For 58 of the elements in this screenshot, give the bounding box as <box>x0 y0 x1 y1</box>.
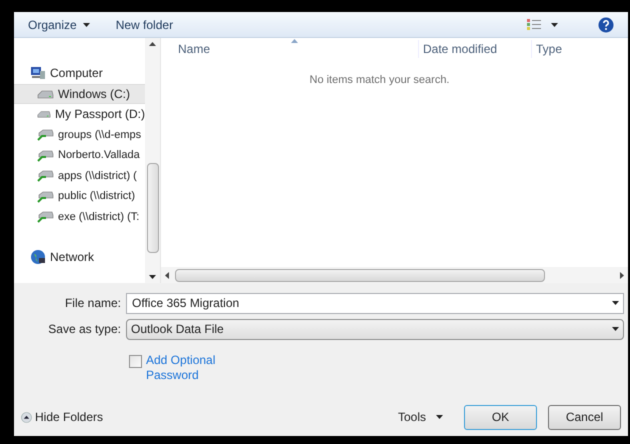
ok-button[interactable]: OK <box>464 404 537 430</box>
file-name-label: File name: <box>64 295 122 312</box>
nav-item-label: Windows (C:) <box>58 86 130 103</box>
hide-folders-button[interactable]: Hide Folders <box>21 408 104 426</box>
nav-item[interactable]: My Passport (D:) <box>14 104 145 124</box>
nav-item-label: Computer <box>50 65 103 82</box>
drive-icon <box>37 108 51 120</box>
nav-item[interactable]: groups (\\d-emps <box>14 124 145 145</box>
nav-item-label: public (\\district) <box>58 189 136 204</box>
save-as-type-dropdown[interactable]: Outlook Data File <box>126 318 624 340</box>
column-header[interactable]: Name <box>161 40 418 58</box>
nav-item[interactable]: Windows (C:) <box>14 84 145 104</box>
drive-icon <box>37 88 54 100</box>
nav-item-label: apps (\\district) ( <box>58 168 137 184</box>
new-folder-button[interactable]: New folder <box>116 16 174 34</box>
file-name-field[interactable]: Office 365 Migration <box>126 292 624 314</box>
nav-item[interactable]: public (\\district) <box>14 186 145 206</box>
nav-item[interactable]: exe (\\district) (T: <box>14 206 145 227</box>
password-checkbox[interactable] <box>129 355 142 368</box>
globe-icon <box>30 249 46 266</box>
nav-item-label: Norberto.Vallada <box>58 148 140 163</box>
save-as-type-label: Save as type: <box>47 321 122 338</box>
nav-item[interactable]: apps (\\district) ( <box>14 166 145 186</box>
nav-item-label: My Passport (D:) <box>54 106 145 124</box>
scrollbar-thumb[interactable] <box>175 268 545 282</box>
computer-icon <box>30 66 46 80</box>
column-header[interactable]: Type <box>531 40 562 58</box>
scroll-down-icon <box>149 275 156 279</box>
password-option-label[interactable]: Add Optional Password <box>146 353 226 383</box>
network-drive-icon <box>37 210 54 224</box>
view-list-icon <box>527 18 541 30</box>
scroll-right-icon[interactable] <box>620 272 624 278</box>
cancel-button[interactable]: Cancel <box>548 404 621 430</box>
dropdown-caret-icon <box>612 327 619 331</box>
caret-icon <box>82 22 90 26</box>
nav-item[interactable]: Network <box>14 247 145 268</box>
nav-item-label: Network <box>50 249 94 266</box>
organize-menu[interactable]: Organize <box>28 16 90 34</box>
network-drive-icon <box>37 169 54 182</box>
network-drive-icon <box>37 190 54 203</box>
nav-item[interactable]: Norberto.Vallada <box>14 145 145 166</box>
nav-item-label: groups (\\d-emps <box>58 128 142 142</box>
caret-icon <box>551 22 558 26</box>
collapse-icon <box>21 412 32 422</box>
network-drive-icon <box>37 128 54 142</box>
help-icon[interactable] <box>598 16 614 32</box>
caret-icon <box>436 415 443 419</box>
empty-message: No items match your search. <box>310 73 450 88</box>
tools-menu[interactable]: Tools <box>398 408 443 426</box>
scroll-up-icon[interactable] <box>149 42 156 46</box>
nav-item[interactable]: Computer <box>14 63 145 84</box>
view-options-button[interactable] <box>527 18 558 30</box>
dropdown-caret-icon <box>612 300 619 304</box>
nav-item-label: exe (\\district) (T: <box>58 210 140 224</box>
column-header[interactable]: Date modified <box>418 40 531 58</box>
scroll-left-icon[interactable] <box>165 272 169 278</box>
scrollbar-thumb[interactable] <box>146 163 158 253</box>
network-drive-icon <box>37 148 54 162</box>
